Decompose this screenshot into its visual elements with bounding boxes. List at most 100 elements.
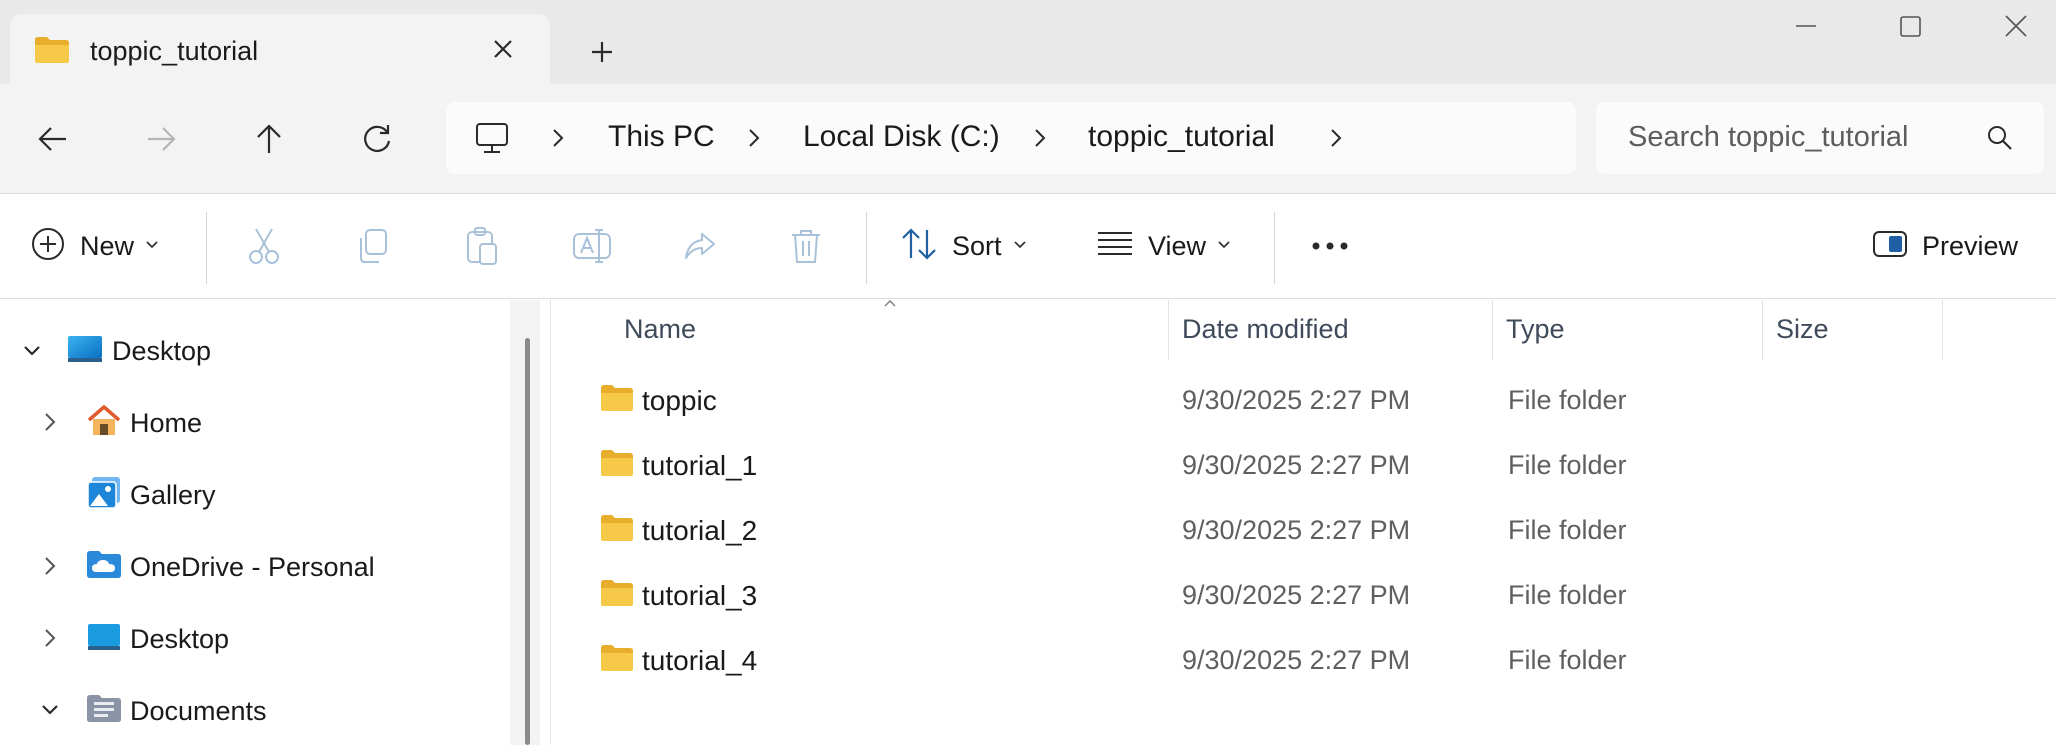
tab-toppic-tutorial[interactable]: toppic_tutorial	[10, 14, 550, 84]
table-row[interactable]: toppic 9/30/2025 2:27 PM File folder	[590, 370, 1990, 434]
file-name: tutorial_4	[642, 645, 758, 676]
gallery-icon	[86, 476, 122, 515]
nav-label: Desktop	[112, 335, 212, 366]
share-icon[interactable]	[680, 220, 720, 272]
column-header-name[interactable]: Name	[624, 314, 696, 345]
column-header-type[interactable]: Type	[1506, 314, 1565, 345]
chevron-right-icon[interactable]	[38, 554, 62, 578]
column-header-size[interactable]: Size	[1776, 314, 1829, 345]
preview-button[interactable]: Preview	[1872, 220, 2018, 272]
column-divider[interactable]	[1762, 300, 1763, 360]
folder-icon	[600, 449, 634, 482]
cut-icon[interactable]	[246, 220, 282, 272]
navigation-scrollbar-thumb[interactable]	[525, 338, 530, 745]
desktop-icon	[66, 334, 104, 369]
table-row[interactable]: tutorial_4 9/30/2025 2:27 PM File folder	[590, 630, 1990, 694]
breadcrumb-chevron-icon[interactable]	[742, 126, 766, 150]
chevron-down-icon	[1012, 236, 1028, 257]
chevron-down-icon[interactable]	[38, 698, 62, 722]
folder-icon	[34, 36, 70, 69]
column-divider[interactable]	[1942, 300, 1943, 360]
desktop-icon	[86, 622, 122, 657]
chevron-right-icon[interactable]	[38, 626, 62, 650]
file-type: File folder	[1508, 385, 1627, 415]
nav-item-desktop-2[interactable]: Desktop	[86, 609, 229, 669]
search-input[interactable]: Search toppic_tutorial	[1596, 102, 2044, 174]
add-icon	[30, 226, 66, 267]
file-type: File folder	[1508, 580, 1627, 610]
refresh-icon[interactable]	[352, 114, 402, 164]
chevron-down-icon[interactable]	[20, 339, 44, 363]
title-bar: toppic_tutorial	[0, 0, 2056, 84]
pane-divider[interactable]	[550, 300, 551, 745]
view-icon	[1096, 229, 1134, 264]
file-type: File folder	[1508, 645, 1627, 675]
copy-icon[interactable]	[355, 220, 391, 272]
breadcrumb-local-disk[interactable]: Local Disk (C:)	[803, 120, 1000, 154]
view-button[interactable]: View	[1096, 220, 1232, 272]
chevron-up-icon	[882, 296, 898, 314]
rename-icon[interactable]	[572, 220, 612, 272]
onedrive-icon	[86, 550, 122, 585]
chevron-down-icon	[144, 236, 160, 257]
nav-label: Gallery	[130, 479, 216, 510]
view-label: View	[1148, 230, 1207, 261]
back-icon[interactable]	[28, 114, 78, 164]
address-row: This PC Local Disk (C:) toppic_tutorial …	[0, 84, 2056, 194]
folder-icon	[600, 514, 634, 547]
new-label: New	[80, 230, 135, 261]
column-divider[interactable]	[1492, 300, 1493, 360]
sort-icon	[900, 226, 938, 267]
this-pc-icon[interactable]	[474, 120, 510, 161]
file-name: tutorial_3	[642, 580, 758, 611]
breadcrumb-chevron-icon[interactable]	[1028, 126, 1052, 150]
breadcrumb-chevron-icon[interactable]	[546, 126, 570, 150]
folder-icon	[600, 384, 634, 417]
minimize-icon[interactable]	[1786, 10, 1826, 50]
file-name: tutorial_1	[642, 450, 758, 481]
toolbar-divider	[866, 212, 867, 284]
table-row[interactable]: tutorial_3 9/30/2025 2:27 PM File folder	[590, 565, 1990, 629]
sort-label: Sort	[952, 230, 1002, 261]
breadcrumb-toppic-tutorial[interactable]: toppic_tutorial	[1088, 120, 1275, 154]
search-icon[interactable]	[1986, 124, 2014, 157]
file-name: toppic	[642, 385, 717, 416]
forward-icon[interactable]	[136, 114, 186, 164]
table-row[interactable]: tutorial_1 9/30/2025 2:27 PM File folder	[590, 435, 1990, 499]
file-type: File folder	[1508, 515, 1627, 545]
file-type: File folder	[1508, 450, 1627, 480]
search-placeholder: Search toppic_tutorial	[1628, 121, 1909, 153]
nav-item-onedrive[interactable]: OneDrive - Personal	[86, 537, 375, 597]
file-date: 9/30/2025 2:27 PM	[1182, 515, 1411, 545]
column-header-date-modified[interactable]: Date modified	[1182, 314, 1349, 345]
folder-icon	[600, 644, 634, 677]
address-bar[interactable]: This PC Local Disk (C:) toppic_tutorial	[446, 102, 1576, 174]
breadcrumb-chevron-icon[interactable]	[1324, 126, 1348, 150]
paste-icon[interactable]	[464, 220, 500, 272]
command-bar: New Sort View Preview	[0, 194, 2056, 299]
table-row[interactable]: tutorial_2 9/30/2025 2:27 PM File folder	[590, 500, 1990, 564]
maximize-icon[interactable]	[1890, 10, 1930, 50]
nav-item-documents[interactable]: Documents	[86, 681, 267, 741]
folder-icon	[600, 579, 634, 612]
nav-item-desktop[interactable]: Desktop	[66, 321, 211, 381]
preview-pane-icon	[1872, 230, 1908, 263]
new-button[interactable]: New	[30, 220, 160, 272]
home-icon	[86, 404, 122, 443]
close-tab-icon[interactable]	[488, 34, 518, 64]
toolbar-divider	[1274, 212, 1275, 284]
nav-item-home[interactable]: Home	[86, 393, 202, 453]
nav-item-gallery[interactable]: Gallery	[86, 465, 216, 525]
breadcrumb-this-pc[interactable]: This PC	[608, 120, 715, 154]
up-icon[interactable]	[244, 114, 294, 164]
new-tab-icon[interactable]	[584, 34, 620, 70]
delete-icon[interactable]	[788, 220, 824, 272]
sort-button[interactable]: Sort	[900, 220, 1028, 272]
close-window-icon[interactable]	[1996, 10, 2036, 50]
more-options-icon[interactable]	[1310, 220, 1350, 272]
navigation-pane: Desktop Home Gallery OneDrive - Personal…	[0, 300, 540, 745]
documents-icon	[86, 694, 122, 729]
column-divider[interactable]	[1168, 300, 1169, 360]
chevron-right-icon[interactable]	[38, 410, 62, 434]
nav-label: Home	[130, 407, 203, 438]
